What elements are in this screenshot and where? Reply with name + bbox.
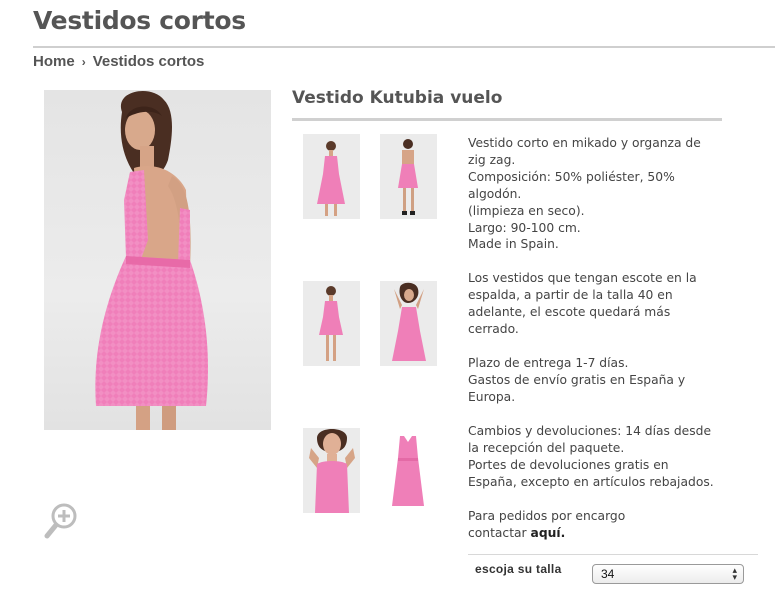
description-line: cerrado. — [468, 321, 519, 336]
up-down-arrows-icon: ▴ ▾ — [732, 565, 737, 582]
contact-here-link[interactable]: aquí. — [531, 526, 566, 540]
description-block-orders: Para pedidos por encargo contactar aquí. — [468, 508, 738, 542]
description-line: España, excepto en artículos rebajados. — [468, 474, 714, 489]
size-select-value: 34 — [601, 567, 615, 581]
description-block-materials: Vestido corto en mikado y organza de zig… — [468, 135, 738, 253]
description-line: Vestido corto en mikado y organza de — [468, 136, 701, 150]
description-line: zig zag. — [468, 152, 516, 167]
main-product-illustration — [95, 90, 209, 430]
description-line: Los vestidos que tengan escote en la — [468, 271, 697, 285]
contact-prefix: contactar — [468, 525, 531, 540]
description-line: Cambios y devoluciones: 14 días desde — [468, 424, 712, 438]
description-block-shipping: Plazo de entrega 1-7 días. Gastos de env… — [468, 355, 738, 406]
description-line: Para pedidos por encargo — [468, 509, 626, 523]
product-thumbnail-6[interactable] — [380, 428, 437, 513]
product-title: Vestido Kutubia vuelo — [292, 88, 503, 108]
title-divider — [33, 46, 775, 48]
size-label: escoja su talla — [475, 562, 562, 576]
page-title: Vestidos cortos — [33, 6, 246, 35]
zoom-in-icon[interactable] — [44, 502, 78, 542]
description-line: Gastos de envío gratis en España y — [468, 372, 686, 387]
description-line: Largo: 90-100 cm. — [468, 220, 581, 235]
product-thumbnail-5[interactable] — [303, 428, 360, 513]
description-line: Made in Spain. — [468, 237, 559, 252]
description-line: adelante, el escote quedará más — [468, 304, 671, 319]
product-thumbnail-2[interactable] — [380, 134, 437, 219]
product-thumbnail-4[interactable] — [380, 281, 437, 366]
description-line: la recepción del paquete. — [468, 440, 625, 455]
breadcrumb-separator: › — [81, 54, 86, 69]
breadcrumb-home-link[interactable]: Home — [33, 53, 75, 70]
description-line: algodón. — [468, 186, 522, 201]
description-block-returns: Cambios y devoluciones: 14 días desde la… — [468, 423, 738, 491]
description-line: Plazo de entrega 1-7 días. — [468, 356, 629, 370]
description-line: Composición: 50% poliéster, 50% — [468, 169, 675, 184]
description-line: (limpieza en seco). — [468, 203, 585, 218]
product-title-divider — [292, 118, 722, 121]
product-thumbnail-3[interactable] — [303, 281, 360, 366]
product-thumbnail-1[interactable] — [303, 134, 360, 219]
breadcrumb-current-link[interactable]: Vestidos cortos — [93, 53, 205, 70]
size-select[interactable]: 34 ▴ ▾ — [592, 564, 744, 584]
contact-line: contactar aquí. — [468, 525, 738, 542]
description-block-neckline: Los vestidos que tengan escote en la esp… — [468, 270, 738, 338]
description-line: espalda, a partir de la talla 40 en — [468, 287, 673, 302]
description-line: Portes de devoluciones gratis en — [468, 457, 669, 472]
size-divider — [468, 554, 758, 555]
description-line: Europa. — [468, 389, 516, 404]
main-product-image[interactable] — [44, 90, 271, 430]
breadcrumb: Home › Vestidos cortos — [33, 53, 204, 70]
